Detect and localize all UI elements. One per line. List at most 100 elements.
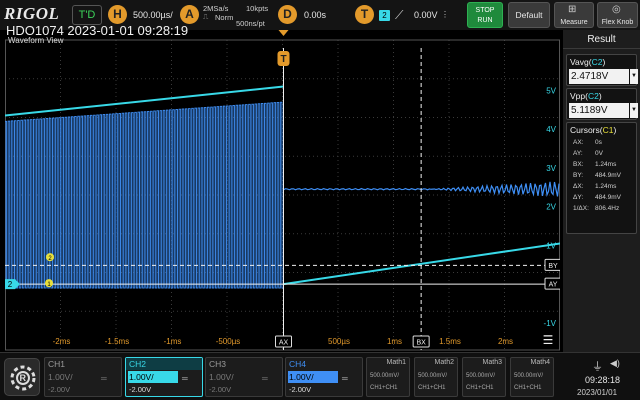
channel-label: CH1	[48, 359, 66, 369]
measurement-value: 5.1189V	[569, 103, 629, 118]
cursor-row-ax: AX: 0s	[573, 139, 602, 146]
x-tick-label: -1.5ms	[105, 337, 129, 346]
math-label: Math2	[434, 359, 454, 366]
channel-label: CH2	[129, 359, 147, 369]
default-button[interactable]: Default	[508, 2, 550, 28]
usb-icon: ⏚	[592, 361, 603, 373]
speaker-icon[interactable]: ◀)	[610, 358, 620, 369]
cursor-by-label[interactable]: BY	[548, 263, 558, 270]
chevron-down-icon[interactable]: ▼	[630, 69, 638, 84]
math-label: Math1	[386, 359, 406, 366]
x-tick-label: 1ms	[387, 337, 402, 346]
x-tick-label: 500µs	[328, 337, 350, 346]
measure-icon: ⊞	[568, 4, 577, 15]
math-label: Math4	[530, 359, 550, 366]
math-2-box[interactable]: Math2 500.00mV/ CH1+CH1	[414, 357, 458, 397]
math-expression: CH1+CH1	[370, 385, 398, 391]
trigger-position-label: T	[280, 54, 286, 65]
channel-1-box[interactable]: CH1 1.00V/ -2.00V ═	[44, 357, 122, 397]
math-1-box[interactable]: Math1 500.00mV/ CH1+CH1	[366, 357, 410, 397]
cursor-results[interactable]: Cursors(C1) AX: 0s AY: 0V BX: 1.24ms BY: 484…	[566, 122, 637, 234]
horizontal-key[interactable]: H	[108, 5, 127, 24]
coupling-icon: ═	[101, 374, 107, 383]
cursor-row-bx: BX: 1.24ms	[573, 161, 617, 168]
acquire-key[interactable]: A	[180, 5, 199, 24]
rising-edge-icon: ⟋	[395, 8, 404, 22]
flex-knob-label: Flex Knob	[601, 19, 634, 26]
acq-mode: Norm	[215, 13, 234, 22]
coupling-icon: ═	[342, 374, 348, 383]
waveform-display[interactable]: AX BXAYBYT2 12 5V4V3V2V1V-1V -2ms -1.5ms -1m…	[5, 30, 560, 352]
channel-scale: 1.00V/	[129, 372, 154, 382]
y-tick-label: 3V	[546, 164, 556, 173]
measurement-vavg[interactable]: Vavg(C2) 2.4718V ▼	[566, 54, 638, 86]
svg-text:R: R	[20, 373, 27, 383]
sample-interval: 500ns/pt	[236, 19, 265, 28]
channel-offset: -2.00V	[289, 385, 312, 394]
home-button[interactable]: R	[4, 358, 40, 396]
clock-date: 2023/01/01	[577, 388, 618, 397]
math-4-box[interactable]: Math4 500.00mV/ CH1+CH1	[510, 357, 554, 397]
channel-4-box[interactable]: CH4 1.00V/ -2.00V ═	[285, 357, 363, 397]
channel-offset: -2.00V	[209, 385, 232, 394]
math-scale: 500.00mV/	[514, 373, 544, 379]
channel-scale: 1.00V/	[48, 372, 73, 382]
divider	[563, 48, 640, 49]
cursor-row-dy: ΔY: 484.9mV	[573, 194, 622, 201]
ch2-ground-label: 2	[8, 280, 13, 289]
cursor-ax-label[interactable]: AX	[279, 340, 289, 347]
stop-label: STOP	[475, 7, 495, 14]
trigger-status[interactable]: T'D	[72, 5, 102, 25]
bottom-channel-bar: R CH1 1.00V/ -2.00V ═ CH2 1.00V/ -2.00V …	[0, 352, 640, 400]
menu-icon[interactable]: ☰	[543, 333, 554, 347]
channel-2-box[interactable]: CH2 1.00V/ -2.00V ═	[125, 357, 203, 397]
x-tick-label: 2ms	[498, 337, 513, 346]
channel-3-box[interactable]: CH3 1.00V/ -2.00V ═	[205, 357, 283, 397]
cursor-row-inv-dx: 1/ΔX: 806.4Hz	[573, 205, 620, 212]
trigger-key[interactable]: T	[355, 5, 374, 24]
result-title: Result	[587, 34, 616, 45]
x-tick-label: -1ms	[164, 337, 182, 346]
gear-icon: R	[10, 365, 36, 391]
cursor-row-ay: AY: 0V	[573, 150, 603, 157]
measurement-vpp[interactable]: Vpp(C2) 5.1189V ▼	[566, 88, 638, 120]
math-3-box[interactable]: Math3 500.00mV/ CH1+CH1	[462, 357, 506, 397]
waveform-view-title: Waveform View	[8, 36, 64, 45]
timebase-value[interactable]: 500.00µs/	[133, 10, 173, 20]
trigger-source-badge[interactable]: 2	[379, 10, 390, 21]
run-label: RUN	[477, 17, 493, 24]
trigger-menu-icon[interactable]: ⋮	[441, 10, 449, 19]
math-scale: 500.00mV/	[418, 373, 448, 379]
acq-mode-icon: ⎍	[203, 12, 209, 21]
math-scale: 500.00mV/	[370, 373, 400, 379]
knob-icon: ◎	[612, 4, 621, 15]
x-tick-label: -500µs	[216, 337, 241, 346]
measurement-name: Vpp(C2)	[570, 91, 602, 101]
cursor-row-by: BY: 484.9mV	[573, 172, 622, 179]
math-expression: CH1+CH1	[418, 385, 446, 391]
stop-run-button[interactable]: STOP RUN	[467, 2, 503, 28]
channel-scale: 1.00V/	[209, 372, 234, 382]
coupling-icon: ═	[182, 374, 188, 383]
trigger-level[interactable]: 0.00V	[414, 10, 438, 20]
channel-offset: -2.00V	[48, 385, 71, 394]
chevron-down-icon[interactable]: ▼	[630, 103, 638, 118]
delay-value[interactable]: 0.00s	[304, 10, 326, 20]
cursor-title: Cursors(C1)	[570, 125, 617, 135]
y-tick-label: -1V	[544, 319, 557, 328]
channel-label: CH4	[289, 359, 307, 369]
y-tick-label: 2V	[546, 203, 556, 212]
cursor-ay-label[interactable]: AY	[549, 282, 558, 289]
math-scale: 500.00mV/	[466, 373, 496, 379]
x-tick-label: -2ms	[53, 337, 71, 346]
channel-scale: 1.00V/	[289, 372, 314, 382]
measurement-value: 2.4718V	[569, 69, 629, 84]
cursor-bx-label[interactable]: BX	[416, 340, 426, 347]
y-tick-label: 1V	[546, 241, 556, 250]
math-expression: CH1+CH1	[466, 385, 494, 391]
delay-key[interactable]: D	[278, 5, 297, 24]
result-panel: Result Vavg(C2) 2.4718V ▼ Vpp(C2) 5.1189…	[563, 30, 640, 352]
memory-depth: 10kpts	[246, 4, 269, 13]
measure-label: Measure	[560, 19, 588, 26]
y-tick-label: 4V	[546, 125, 556, 134]
